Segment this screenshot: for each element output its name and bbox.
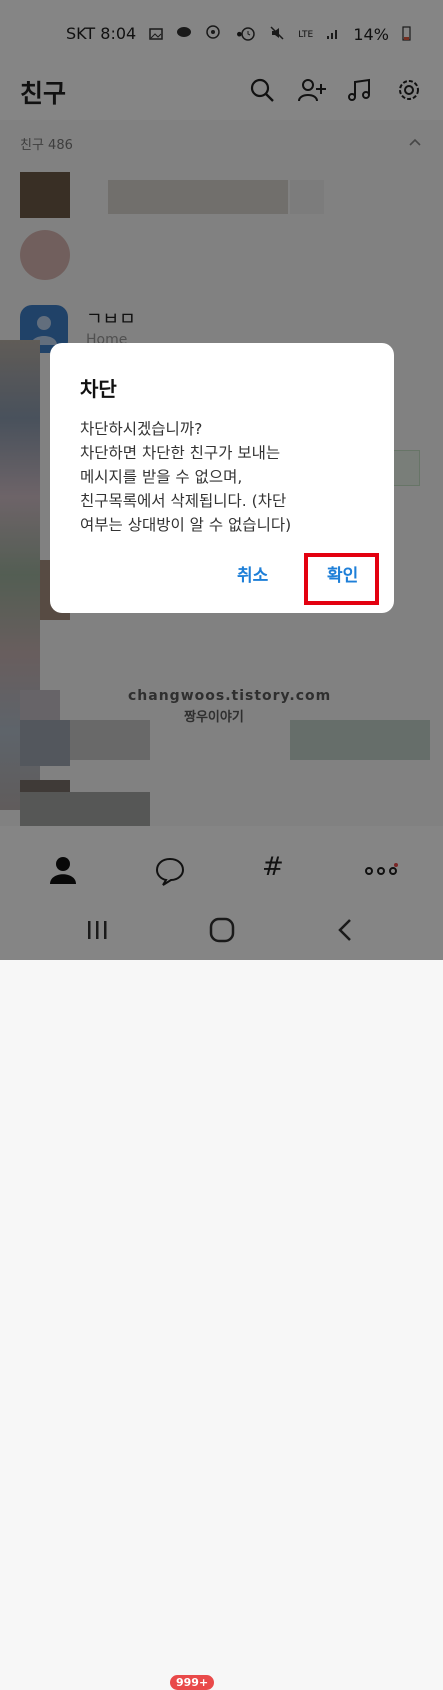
highlight-box [304, 553, 379, 605]
watermark-name: 짱우이야기 [184, 710, 244, 725]
dialog-title: 차단 [80, 377, 117, 401]
watermark-url: changwoos.tistory.com [128, 688, 332, 704]
dialog-message: 차단하시겠습니까? 차단하면 차단한 친구가 보내는 메시지를 받을 수 없으며… [80, 420, 292, 534]
chat-badge: 999+ [170, 1675, 215, 1690]
cancel-button[interactable]: 취소 [237, 561, 268, 586]
